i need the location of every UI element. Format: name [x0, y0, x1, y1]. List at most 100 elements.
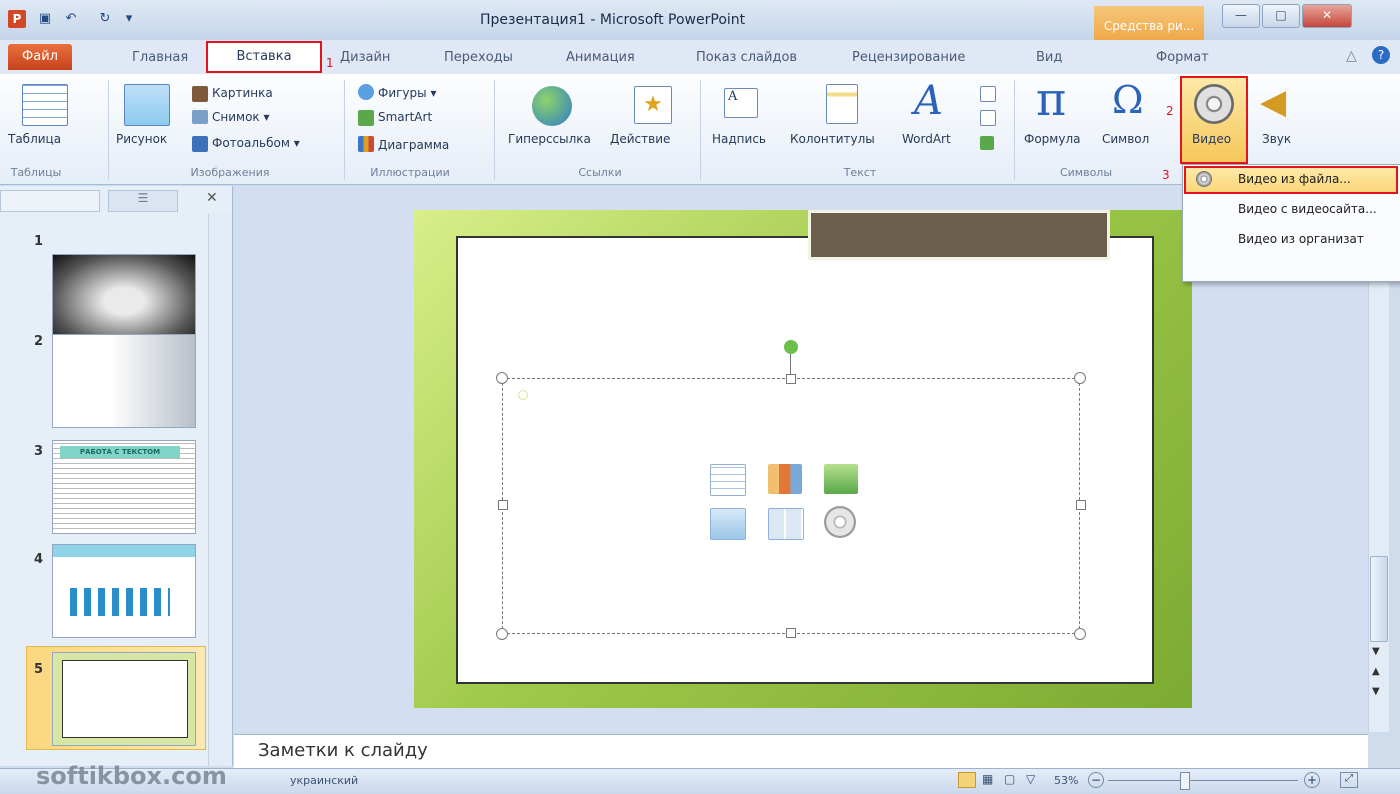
screenshot-button[interactable]: Снимок ▾	[212, 110, 270, 124]
table-button[interactable]: Таблица	[8, 132, 61, 146]
redo-icon[interactable]: ↻	[96, 10, 114, 28]
picture-icon[interactable]	[124, 84, 170, 126]
adjust-handle[interactable]	[518, 390, 528, 400]
header-footer-button[interactable]: Колонтитулы	[790, 132, 875, 146]
tab-home[interactable]: Главная	[132, 50, 188, 65]
photo-album-icon[interactable]	[192, 136, 208, 152]
insert-picture-icon[interactable]	[710, 508, 746, 540]
object-icon[interactable]	[980, 136, 994, 150]
tab-format[interactable]: Формат	[1156, 50, 1209, 65]
resize-handle-right[interactable]	[1076, 500, 1086, 510]
next-slide-icon[interactable]: ▼	[1372, 686, 1380, 697]
fit-to-window-icon[interactable]: ⤢	[1340, 772, 1358, 788]
shapes-icon[interactable]	[358, 84, 374, 100]
language-indicator[interactable]: украинский	[290, 774, 358, 787]
resize-handle-left[interactable]	[498, 500, 508, 510]
normal-view-icon[interactable]	[958, 772, 976, 788]
header-footer-icon[interactable]	[826, 84, 858, 124]
action-button[interactable]: Действие	[610, 132, 670, 146]
rotation-handle[interactable]	[784, 340, 798, 354]
resize-handle-top[interactable]	[786, 374, 796, 384]
resize-handle-top-right[interactable]	[1074, 372, 1086, 384]
video-button[interactable]: Видео	[1192, 132, 1231, 146]
audio-button[interactable]: Звук	[1262, 132, 1291, 146]
clipart-icon[interactable]	[192, 86, 208, 102]
save-icon[interactable]: ▣	[36, 10, 54, 28]
symbol-omega-icon[interactable]: Ω	[1112, 78, 1144, 122]
menu-item-video-from-organizer[interactable]: Видео из организат	[1238, 232, 1364, 246]
wordart-button[interactable]: WordArt	[902, 132, 951, 146]
screenshot-icon[interactable]	[192, 110, 208, 124]
tab-review[interactable]: Рецензирование	[852, 50, 965, 65]
menu-item-video-from-file[interactable]: Видео из файла...	[1238, 172, 1351, 186]
minimize-ribbon-icon[interactable]: △	[1346, 48, 1357, 64]
hyperlink-button[interactable]: Гиперссылка	[508, 132, 591, 146]
zoom-slider-track[interactable]	[1108, 780, 1298, 781]
shapes-button[interactable]: Фигуры ▾	[378, 86, 436, 100]
scrollbar-thumb[interactable]	[1370, 556, 1388, 642]
slides-pane-scrollbar[interactable]	[208, 214, 231, 766]
zoom-slider-thumb[interactable]	[1180, 772, 1190, 790]
minimize-button[interactable]: —	[1222, 4, 1260, 28]
clipart-button[interactable]: Картинка	[212, 86, 273, 100]
date-time-icon[interactable]	[980, 86, 996, 102]
outline-icon[interactable]: ☰	[108, 190, 178, 212]
resize-handle-bottom-left[interactable]	[496, 628, 508, 640]
slide-sorter-icon[interactable]: ▦	[982, 772, 998, 788]
group-label-symbols: Символы	[1059, 166, 1113, 179]
slide-thumbnail-2[interactable]	[52, 334, 196, 428]
photo-album-button[interactable]: Фотоальбом ▾	[212, 136, 300, 150]
video-film-reel-icon[interactable]	[1194, 84, 1234, 124]
tab-view[interactable]: Вид	[1036, 50, 1062, 65]
insert-clipart-icon[interactable]	[768, 508, 804, 540]
maximize-button[interactable]: □	[1262, 4, 1300, 28]
tab-animations[interactable]: Анимация	[566, 50, 635, 65]
tab-design[interactable]: Дизайн	[340, 50, 390, 65]
zoom-in-icon[interactable]: +	[1304, 772, 1320, 788]
zoom-level[interactable]: 53%	[1054, 774, 1078, 787]
resize-handle-top-left[interactable]	[496, 372, 508, 384]
qat-customize-icon[interactable]: ▾	[120, 10, 138, 28]
close-pane-icon[interactable]: ✕	[206, 190, 218, 206]
table-icon[interactable]	[22, 84, 68, 126]
undo-icon[interactable]: ↶	[62, 10, 80, 28]
reading-view-icon[interactable]: ▢	[1004, 772, 1020, 788]
close-button[interactable]: ✕	[1302, 4, 1352, 28]
notes-placeholder[interactable]: Заметки к слайду	[258, 740, 428, 761]
resize-handle-bottom-right[interactable]	[1074, 628, 1086, 640]
equation-button[interactable]: Формула	[1024, 132, 1080, 146]
chart-button[interactable]: Диаграмма	[378, 138, 449, 152]
menu-item-video-from-website[interactable]: Видео с видеосайта...	[1238, 202, 1377, 216]
content-placeholder[interactable]	[502, 378, 1080, 634]
hyperlink-globe-icon[interactable]	[532, 86, 572, 126]
equation-pi-icon[interactable]: π	[1036, 72, 1066, 126]
wordart-icon[interactable]: A	[914, 78, 943, 124]
insert-media-icon[interactable]	[824, 506, 856, 538]
textbox-icon[interactable]: A	[724, 88, 758, 118]
textbox-button[interactable]: Надпись	[712, 132, 766, 146]
tab-insert[interactable]: Вставка	[206, 41, 322, 73]
smartart-button[interactable]: SmartArt	[378, 110, 432, 124]
help-icon[interactable]: ?	[1372, 46, 1390, 64]
insert-table-icon[interactable]	[710, 464, 746, 496]
tab-slides-view[interactable]	[0, 190, 100, 212]
slideshow-view-icon[interactable]: ▽	[1026, 772, 1042, 788]
resize-handle-bottom[interactable]	[786, 628, 796, 638]
scroll-down-icon[interactable]: ▼	[1372, 646, 1380, 657]
powerpoint-app-icon[interactable]: P	[8, 10, 26, 28]
audio-speaker-icon[interactable]: ◀	[1260, 82, 1286, 122]
slide-number-icon[interactable]	[980, 110, 996, 126]
tab-slideshow[interactable]: Показ слайдов	[696, 50, 797, 65]
zoom-out-icon[interactable]: −	[1088, 772, 1104, 788]
picture-button[interactable]: Рисунок	[116, 132, 167, 146]
smartart-icon[interactable]	[358, 110, 374, 126]
tab-file[interactable]: Файл	[8, 44, 72, 70]
symbol-button[interactable]: Символ	[1102, 132, 1149, 146]
tab-transitions[interactable]: Переходы	[444, 50, 513, 65]
insert-chart-icon[interactable]	[768, 464, 802, 494]
chart-icon[interactable]	[358, 136, 374, 152]
insert-smartart-icon[interactable]	[824, 464, 858, 494]
title-placeholder[interactable]	[808, 210, 1110, 260]
previous-slide-icon[interactable]: ▲	[1372, 666, 1380, 677]
action-star-icon[interactable]: ★	[634, 86, 672, 124]
